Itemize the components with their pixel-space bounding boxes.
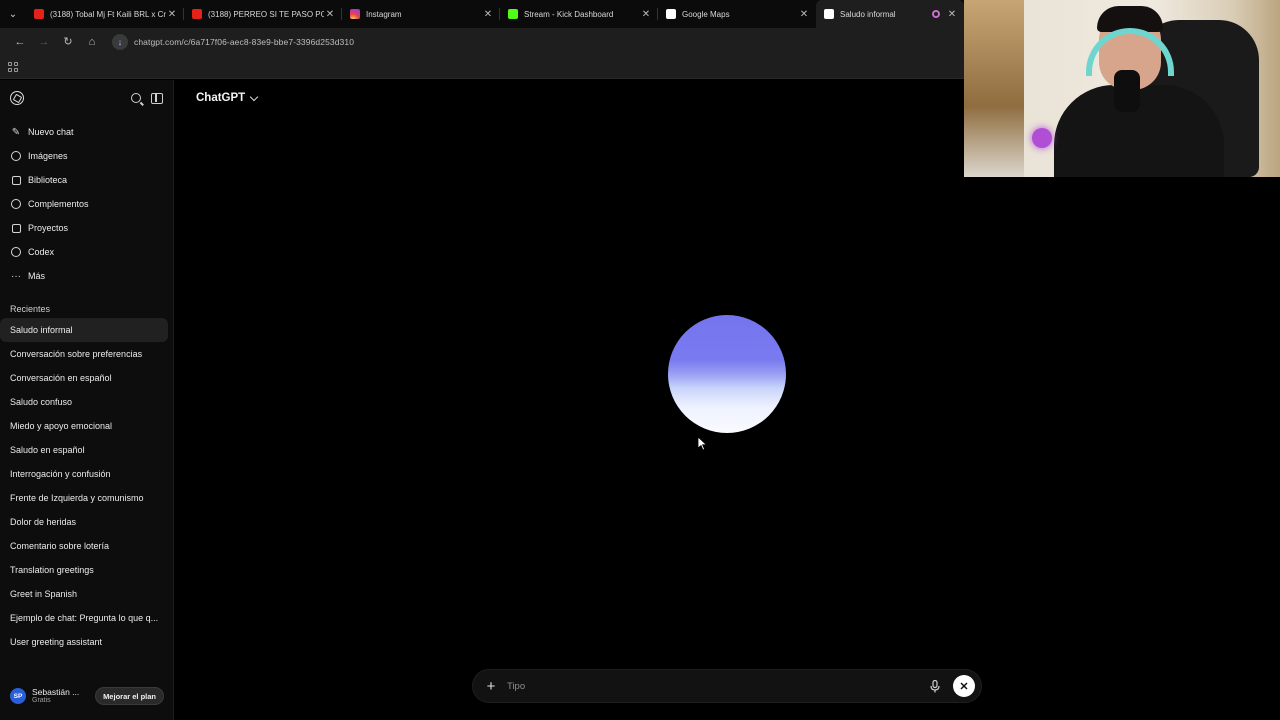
more-icon: ···: [11, 270, 21, 282]
sidebar-item-more[interactable]: ··· Más: [0, 264, 173, 288]
sidebar-item-codex[interactable]: Codex: [0, 240, 173, 264]
close-tab-icon[interactable]: ✕: [640, 9, 652, 20]
bookmarks-bar: [0, 55, 964, 79]
sidebar-item-label: Codex: [28, 247, 55, 257]
recent-chat-item[interactable]: Translation greetings: [0, 558, 168, 582]
sidebar-item-projects[interactable]: Proyectos: [0, 216, 173, 240]
sidebar-item-library[interactable]: Biblioteca: [0, 168, 173, 192]
recent-chat-item[interactable]: Saludo confuso: [0, 390, 168, 414]
library-icon: [10, 174, 22, 186]
user-info: Sebastián ... Gratis: [32, 687, 79, 706]
edit-icon: ✎: [11, 126, 21, 138]
forward-icon[interactable]: →: [32, 31, 56, 53]
webcam-overlay: [964, 0, 1280, 177]
codex-icon: [10, 246, 22, 258]
maps-icon: [666, 9, 676, 19]
close-tab-icon[interactable]: ✕: [946, 9, 958, 20]
upgrade-plan-button[interactable]: Mejorar el plan: [95, 687, 164, 705]
chevron-down-icon: [249, 92, 259, 101]
recent-chats-list: Saludo informal Conversación sobre prefe…: [0, 318, 173, 654]
browser-tab[interactable]: Instagram ✕: [342, 0, 500, 28]
sidebar-item-new-chat[interactable]: ✎ Nuevo chat: [0, 120, 173, 144]
user-name: Sebastián ...: [32, 686, 80, 697]
sidebar-item-apps[interactable]: Complementos: [0, 192, 173, 216]
sidebar-item-label: Imágenes: [28, 151, 68, 161]
openai-logo-icon[interactable]: [10, 91, 24, 105]
image-icon: [10, 150, 22, 162]
model-label: ChatGPT: [196, 92, 246, 104]
instagram-icon: [350, 9, 360, 19]
composer-input[interactable]: [507, 680, 927, 692]
recording-icon: [932, 10, 940, 18]
download-icon[interactable]: ↓: [112, 33, 128, 50]
recent-chat-item[interactable]: Greet in Spanish: [0, 582, 168, 606]
recents-heading: Recientes: [10, 304, 51, 314]
tab-title: (3188) Tobal Mj Ft Kaili BRL x Cr: [50, 9, 166, 19]
chatgpt-icon: [824, 9, 834, 19]
browser-tab[interactable]: Google Maps ✕: [658, 0, 816, 28]
url-text[interactable]: chatgpt.com/c/6a717f06-aec8-83e9-bbe7-33…: [134, 37, 354, 47]
close-tab-icon[interactable]: ✕: [482, 9, 494, 20]
sidebar-item-label: Biblioteca: [28, 175, 68, 185]
browser-tab-bar: ⌄ (3188) Tobal Mj Ft Kaili BRL x Cr ✕ (3…: [0, 0, 964, 28]
recent-chat-item[interactable]: Miedo y apoyo emocional: [0, 414, 168, 438]
voice-mode-orb: [668, 315, 786, 433]
sidebar: ✎ Nuevo chat Imágenes Biblioteca Complem…: [0, 80, 174, 720]
tab-title: Google Maps: [682, 9, 730, 19]
apps-icon: [10, 198, 22, 210]
recent-chat-item[interactable]: Saludo en español: [0, 438, 168, 462]
model-selector[interactable]: ChatGPT: [196, 92, 259, 104]
search-icon[interactable]: [131, 93, 141, 103]
user-profile[interactable]: SP Sebastián ... Gratis Mejorar el plan: [0, 672, 174, 720]
tab-search-chevron-icon[interactable]: ⌄: [0, 0, 26, 28]
kick-icon: [508, 9, 518, 19]
end-voice-button[interactable]: ✕: [953, 675, 975, 697]
avatar[interactable]: SP: [10, 688, 26, 704]
tab-title: (3188) PERREO SI TE PASO POR: [208, 9, 324, 19]
address-bar: ← → ↻ ⌂ ↓ chatgpt.com/c/6a717f06-aec8-83…: [0, 28, 964, 55]
home-icon[interactable]: ⌂: [80, 31, 104, 53]
tab-title: Stream - Kick Dashboard: [524, 9, 614, 19]
close-tab-icon[interactable]: ✕: [324, 9, 336, 20]
url-field[interactable]: ↓ chatgpt.com/c/6a717f06-aec8-83e9-bbe7-…: [110, 32, 930, 52]
recent-chat-item[interactable]: User greeting assistant: [0, 630, 168, 654]
sidebar-item-label: Más: [28, 271, 46, 281]
browser-tab-active[interactable]: Saludo informal ✕: [816, 0, 964, 28]
microphone-icon[interactable]: [927, 678, 943, 694]
youtube-icon: [192, 9, 202, 19]
plus-icon[interactable]: +: [483, 679, 499, 694]
youtube-icon: [34, 9, 44, 19]
user-plan: Gratis: [32, 696, 51, 704]
recent-chat-item[interactable]: Conversación sobre preferencias: [0, 342, 168, 366]
recent-chat-item[interactable]: Interrogación y confusión: [0, 462, 168, 486]
composer: + ✕: [472, 669, 982, 703]
recent-chat-item[interactable]: Frente de Izquierda y comunismo: [0, 486, 168, 510]
back-icon[interactable]: ←: [8, 31, 32, 53]
toggle-sidebar-icon[interactable]: [151, 92, 163, 104]
sidebar-item-images[interactable]: Imágenes: [0, 144, 173, 168]
close-tab-icon[interactable]: ✕: [166, 9, 178, 20]
browser-tab[interactable]: (3188) Tobal Mj Ft Kaili BRL x Cr ✕: [26, 0, 184, 28]
folder-icon: [10, 222, 22, 234]
tab-title: Instagram: [366, 9, 402, 19]
recent-chat-item[interactable]: Comentario sobre lotería: [0, 534, 168, 558]
tab-title: Saludo informal: [840, 9, 896, 19]
sidebar-item-label: Proyectos: [28, 223, 69, 233]
reload-icon[interactable]: ↻: [56, 31, 80, 53]
recent-chat-item[interactable]: Conversación en español: [0, 366, 168, 390]
recent-chat-item[interactable]: Ejemplo de chat: Pregunta lo que q...: [0, 606, 168, 630]
sidebar-item-label: Nuevo chat: [28, 127, 74, 137]
browser-tab[interactable]: Stream - Kick Dashboard ✕: [500, 0, 658, 28]
microphone-stand: [1114, 70, 1140, 112]
sidebar-header: [0, 80, 173, 116]
browser-tab[interactable]: (3188) PERREO SI TE PASO POR ✕: [184, 0, 342, 28]
recent-chat-item-active[interactable]: Saludo informal: [0, 318, 168, 342]
recent-chat-item[interactable]: Dolor de heridas: [0, 510, 168, 534]
sidebar-nav: ✎ Nuevo chat Imágenes Biblioteca Complem…: [0, 120, 173, 288]
sidebar-item-label: Complementos: [28, 199, 89, 209]
close-tab-icon[interactable]: ✕: [798, 9, 810, 20]
apps-grid-icon[interactable]: [8, 61, 18, 72]
